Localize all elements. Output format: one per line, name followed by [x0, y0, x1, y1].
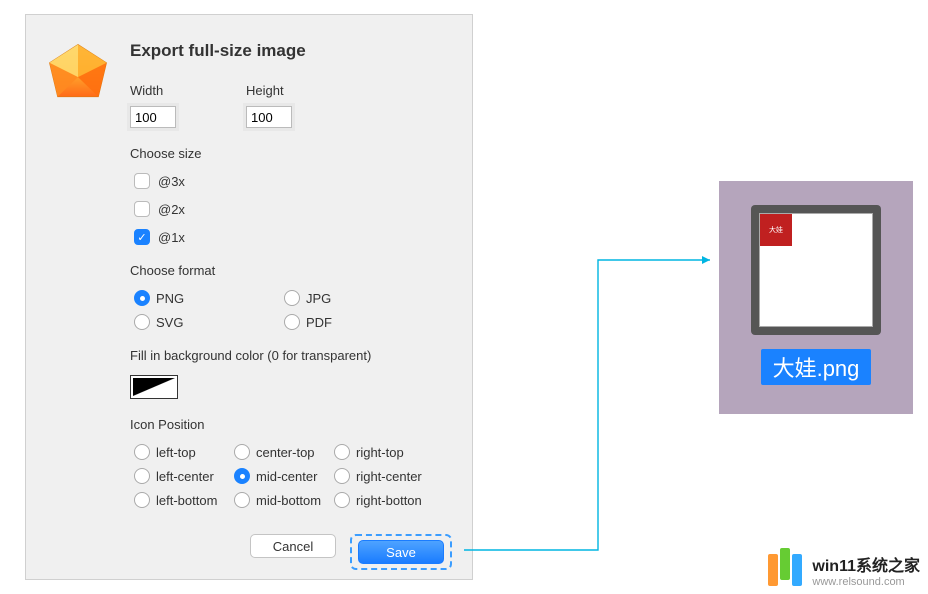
pos-right-bottom-radio[interactable] [334, 492, 350, 508]
height-input[interactable] [246, 106, 292, 128]
size-1x-label: @1x [158, 230, 185, 245]
wm-bar-2 [780, 548, 790, 580]
format-pdf-radio[interactable] [284, 314, 300, 330]
pos-left-bottom-label: left-bottom [156, 493, 217, 508]
thumbnail-canvas: 大娃 [759, 213, 873, 327]
app-icon [44, 35, 130, 559]
bg-color-well[interactable] [130, 375, 178, 399]
pos-right-bottom-label: right-botton [356, 493, 422, 508]
bg-color-swatch [133, 378, 175, 396]
icon-position-header: Icon Position [130, 417, 452, 432]
save-highlight: Save [350, 534, 452, 570]
format-svg-label: SVG [156, 315, 183, 330]
format-png-label: PNG [156, 291, 184, 306]
size-3x-checkbox[interactable] [134, 173, 150, 189]
watermark-url: www.relsound.com [812, 576, 920, 588]
pos-right-center-radio[interactable] [334, 468, 350, 484]
wm-bar-3 [792, 554, 802, 586]
format-pdf-label: PDF [306, 315, 332, 330]
size-2x-checkbox[interactable] [134, 201, 150, 217]
pos-mid-bottom-label: mid-bottom [256, 493, 321, 508]
watermark: win11系统之家 www.relsound.com [768, 552, 920, 588]
choose-size-header: Choose size [130, 146, 452, 161]
pos-left-top-label: left-top [156, 445, 196, 460]
pos-right-top-label: right-top [356, 445, 404, 460]
size-3x-label: @3x [158, 174, 185, 189]
watermark-logo-icon [768, 554, 802, 586]
pos-left-center-radio[interactable] [134, 468, 150, 484]
file-preview: 大娃 大娃.png [719, 181, 913, 414]
export-dialog: Export full-size image Width Height Choo… [25, 14, 473, 580]
size-2x-label: @2x [158, 202, 185, 217]
bg-color-header: Fill in background color (0 for transpar… [130, 348, 452, 363]
dialog-title: Export full-size image [130, 41, 452, 61]
pos-left-bottom-radio[interactable] [134, 492, 150, 508]
format-svg-radio[interactable] [134, 314, 150, 330]
pos-center-top-radio[interactable] [234, 444, 250, 460]
choose-format-header: Choose format [130, 263, 452, 278]
watermark-title: win11系统之家 [812, 552, 920, 576]
thumbnail-icon: 大娃 [760, 214, 792, 246]
format-jpg-radio[interactable] [284, 290, 300, 306]
thumbnail-frame: 大娃 [751, 205, 881, 335]
wm-bar-1 [768, 554, 778, 586]
format-png-radio[interactable] [134, 290, 150, 306]
width-label: Width [130, 83, 176, 98]
filename-label: 大娃.png [761, 349, 872, 385]
pos-center-top-label: center-top [256, 445, 315, 460]
pos-left-top-radio[interactable] [134, 444, 150, 460]
pos-left-center-label: left-center [156, 469, 214, 484]
size-1x-checkbox[interactable]: ✓ [134, 229, 150, 245]
height-label: Height [246, 83, 292, 98]
pos-mid-center-label: mid-center [256, 469, 317, 484]
cancel-button[interactable]: Cancel [250, 534, 336, 558]
pos-right-top-radio[interactable] [334, 444, 350, 460]
format-jpg-label: JPG [306, 291, 331, 306]
width-input[interactable] [130, 106, 176, 128]
pos-mid-center-radio[interactable] [234, 468, 250, 484]
pos-mid-bottom-radio[interactable] [234, 492, 250, 508]
save-button[interactable]: Save [358, 540, 444, 564]
pos-right-center-label: right-center [356, 469, 422, 484]
